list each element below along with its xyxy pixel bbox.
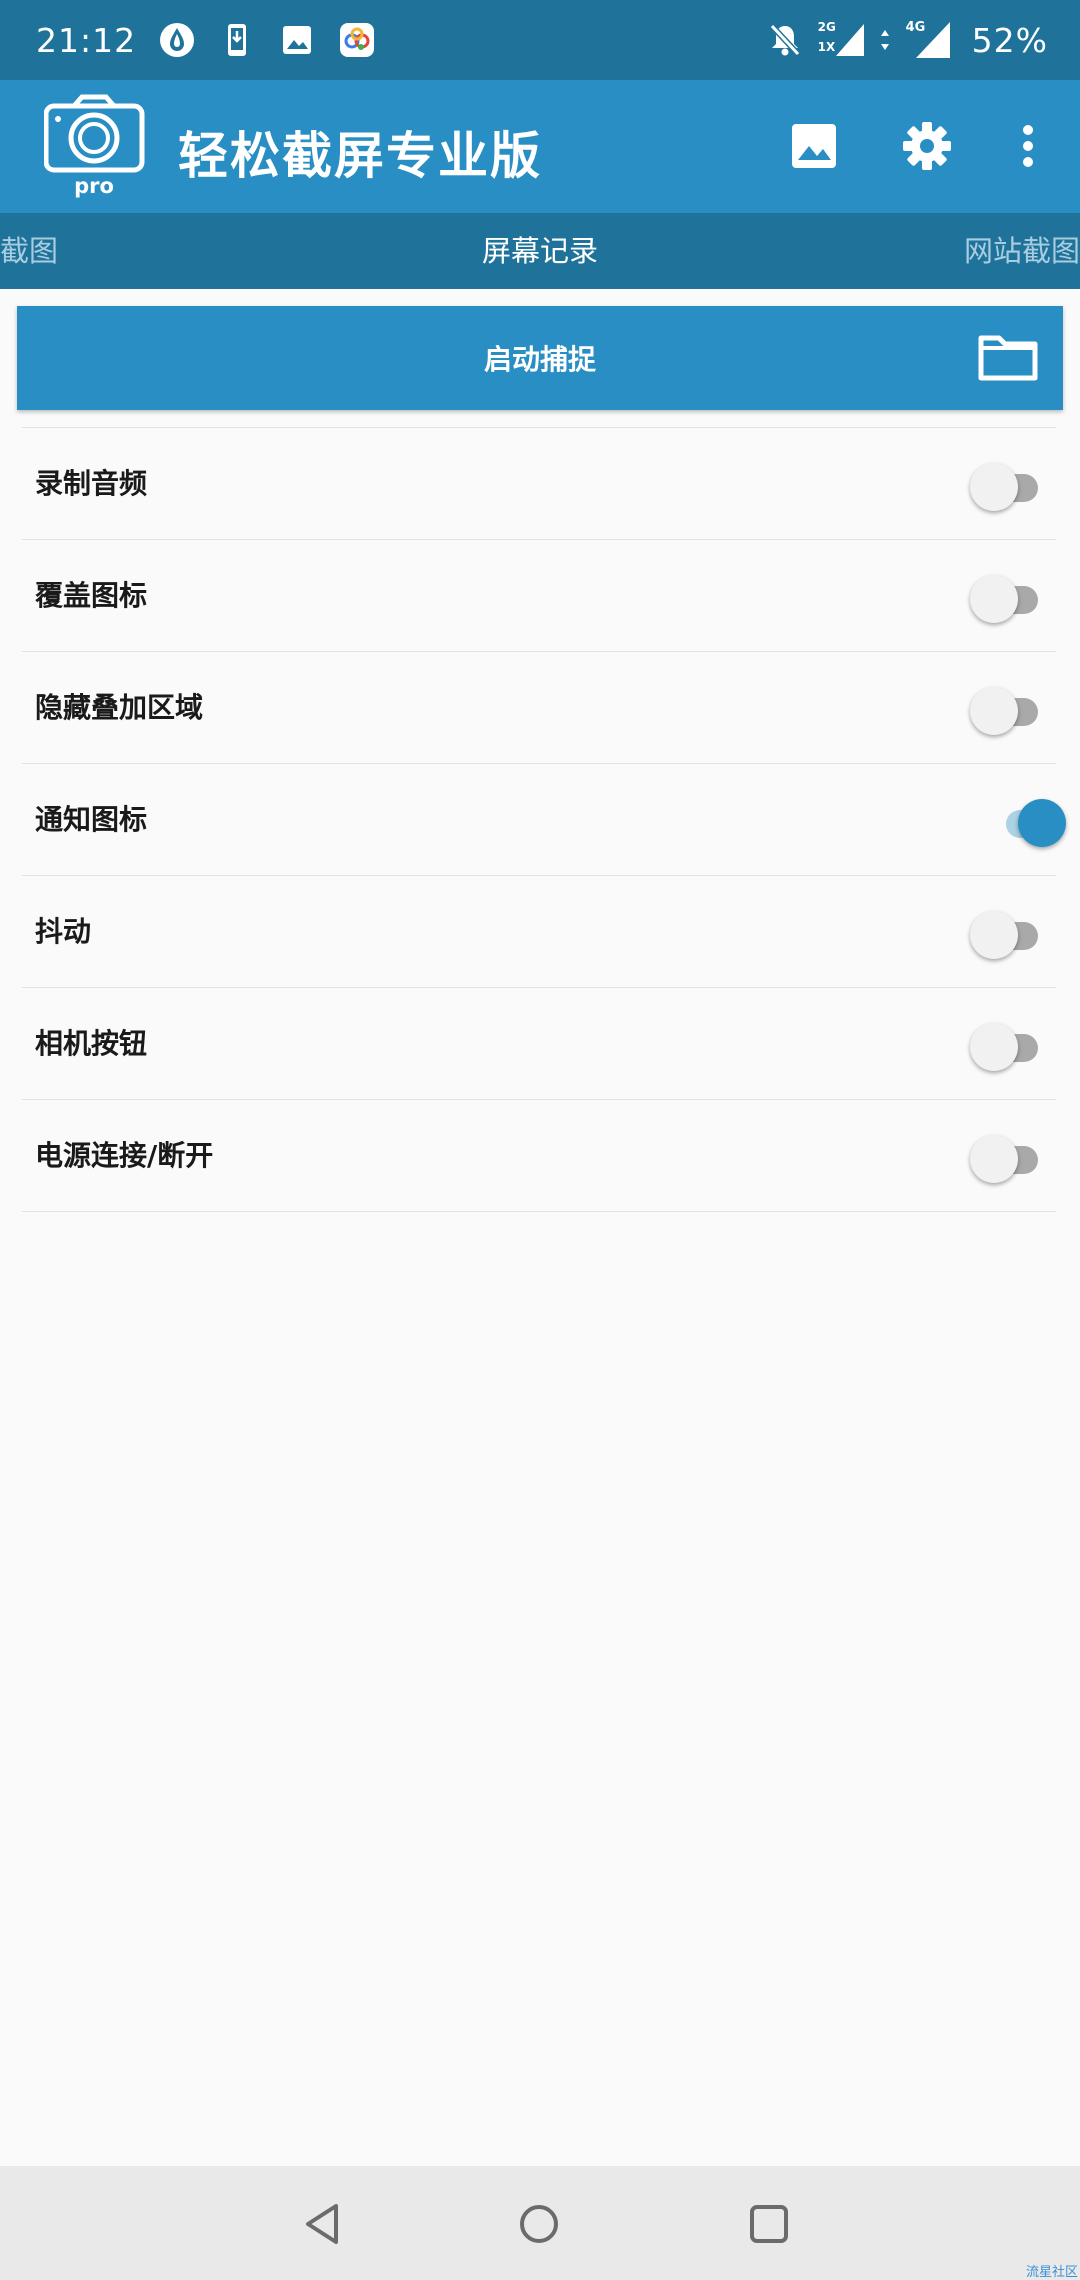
recents-button[interactable] — [741, 2196, 797, 2252]
switch-thumb — [1018, 799, 1066, 847]
setting-row-overlay-icon[interactable]: 覆盖图标 — [22, 540, 1056, 652]
folder-button[interactable] — [977, 332, 1039, 384]
watermark: 流星社区 — [1025, 2265, 1078, 2280]
more-options-button[interactable] — [1000, 118, 1056, 174]
home-icon — [520, 2205, 558, 2243]
switch-thumb — [970, 1135, 1018, 1183]
notification-icons — [158, 21, 376, 59]
screen: 21:12 2G 1X 4G 52% pro 轻松截屏专业版 截图 屏幕记录 网… — [0, 0, 1080, 2280]
setting-label: 抖动 — [35, 915, 92, 948]
app-drop-icon — [158, 21, 196, 59]
camera-button-toggle[interactable] — [956, 1014, 1056, 1074]
folder-icon — [978, 335, 1038, 381]
more-vert-icon — [1023, 125, 1033, 167]
back-icon — [306, 2204, 338, 2244]
setting-label: 电源连接/断开 — [35, 1139, 214, 1172]
setting-row-record-audio[interactable]: 录制音频 — [22, 428, 1056, 540]
switch-thumb — [970, 463, 1018, 511]
app-bar: pro 轻松截屏专业版 — [0, 80, 1080, 213]
setting-label: 隐藏叠加区域 — [35, 691, 204, 724]
app-logo: pro — [43, 94, 148, 198]
network-type-label: 2G — [817, 20, 836, 34]
setting-label: 录制音频 — [35, 467, 148, 500]
status-time: 21:12 — [36, 20, 137, 60]
battery-level: 52% — [971, 20, 1048, 60]
overlay-icon-toggle[interactable] — [956, 566, 1056, 626]
gear-icon — [903, 122, 951, 170]
setting-row-notification-icon[interactable]: 通知图标 — [22, 764, 1066, 876]
bell-off-icon — [766, 21, 804, 59]
start-capture-label: 启动捕捉 — [483, 343, 596, 376]
network-sub-label: 1X — [817, 40, 836, 54]
logo-pro-label: pro — [74, 174, 114, 198]
home-button[interactable] — [511, 2196, 567, 2252]
back-button[interactable] — [294, 2196, 350, 2252]
download-phone-icon — [218, 21, 256, 59]
start-capture-button[interactable]: 启动捕捉 — [17, 306, 1063, 410]
image-icon — [278, 21, 316, 59]
hide-overlay-area-toggle[interactable] — [956, 678, 1056, 738]
setting-label: 通知图标 — [35, 803, 148, 836]
system-status: 2G 1X 4G 52% — [766, 20, 1048, 60]
setting-label: 覆盖图标 — [35, 579, 148, 612]
settings-list: 录制音频 覆盖图标 隐藏叠加区域 通知图标 抖动 相机按钮 电源连接/断开 — [22, 427, 1066, 1212]
recents-icon — [750, 2205, 788, 2243]
signal-icon — [915, 22, 950, 58]
setting-row-hide-overlay-area[interactable]: 隐藏叠加区域 — [22, 652, 1056, 764]
tab-website-capture[interactable]: 网站截图 — [964, 213, 1080, 289]
setting-row-shake[interactable]: 抖动 — [22, 876, 1056, 988]
switch-thumb — [970, 687, 1018, 735]
switch-thumb — [970, 911, 1018, 959]
tab-screen-record[interactable]: 屏幕记录 — [0, 213, 1080, 289]
shake-toggle[interactable] — [956, 902, 1056, 962]
setting-row-power-connect[interactable]: 电源连接/断开 — [22, 1100, 1056, 1212]
navigation-bar: 流星社区 — [0, 2166, 1080, 2280]
record-audio-toggle[interactable] — [956, 454, 1056, 514]
app-title: 轻松截屏专业版 — [178, 127, 542, 185]
data-arrows-icon — [878, 21, 892, 59]
signal-icon — [835, 24, 864, 56]
settings-button[interactable] — [899, 118, 955, 174]
signal-sim1: 2G 1X — [818, 20, 864, 60]
colorful-app-icon — [338, 21, 376, 59]
power-connect-toggle[interactable] — [956, 1126, 1056, 1186]
status-bar: 21:12 2G 1X 4G 52% — [0, 0, 1080, 80]
signal-sim2: 4G — [906, 20, 950, 60]
gallery-icon — [792, 124, 836, 168]
gallery-button[interactable] — [786, 118, 842, 174]
switch-thumb — [970, 575, 1018, 623]
switch-thumb — [970, 1023, 1018, 1071]
notification-icon-toggle[interactable] — [956, 790, 1066, 850]
setting-label: 相机按钮 — [35, 1027, 148, 1060]
tab-bar: 截图 屏幕记录 网站截图 — [0, 213, 1080, 289]
setting-row-camera-button[interactable]: 相机按钮 — [22, 988, 1056, 1100]
